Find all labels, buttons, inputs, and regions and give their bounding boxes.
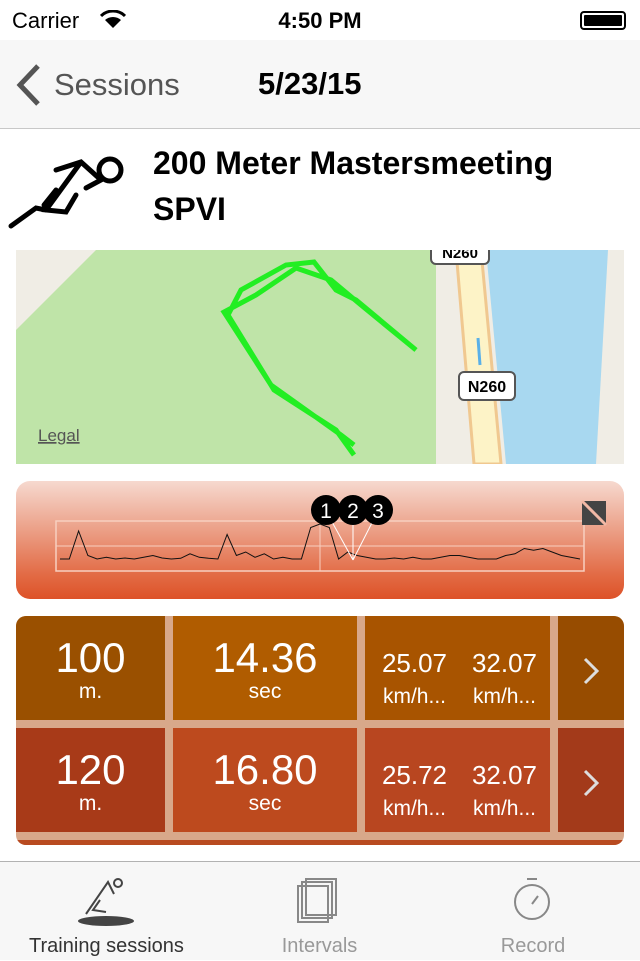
avg-speed-unit: km/h... [382,797,446,820]
session-title: 200 Meter Mastersmeeting SPVI [153,140,553,232]
page-title: 5/23/15 [258,66,362,101]
max-speed: 32.07 km/h... [467,760,542,821]
max-speed-unit: km/h... [472,797,536,820]
stopwatch-icon [514,878,550,920]
stacked-pages-icon [297,878,337,923]
tab-label: Training sessions [29,935,184,957]
max-speed-value: 32.07 [471,760,538,790]
time-value: 14.36 [212,634,318,681]
max-speed: 32.07 km/h... [467,648,542,709]
legal-link[interactable]: Legal [38,426,80,445]
battery-icon [580,11,626,30]
sprinter-icon [8,156,124,229]
back-label: Sessions [54,67,180,102]
avg-speed-value: 25.72 [381,760,448,790]
interval-marker[interactable]: 1 [311,495,341,525]
distance-value: 100 [55,634,126,681]
max-speed-unit: km/h... [472,685,536,708]
time-unit: sec [248,680,282,703]
time-value: 16.80 [212,746,318,793]
tab-training-sessions[interactable]: Training sessions [0,862,213,961]
status-bar: Carrier 4:50 PM [0,0,640,40]
chevron-right-icon [583,657,600,685]
max-speed-value: 32.07 [471,648,538,678]
speed-cell: 25.72 km/h... 32.07 km/h... [365,728,550,832]
tab-intervals[interactable]: Intervals [213,862,426,961]
time-cell: 16.80 sec [173,728,357,832]
avg-speed-value: 25.07 [381,648,448,678]
tab-record[interactable]: Record [426,862,640,961]
intervals-table: 100 m. 14.36 sec 25.07 km/h... 32.07 km/h.… [16,616,624,845]
distance-unit: m. [78,680,103,703]
clock: 4:50 PM [278,8,362,33]
tab-label: Intervals [281,935,358,957]
water [486,250,608,464]
road-label: N260 [468,379,506,396]
location-arrow-icon [476,337,482,366]
interval-marker-label: 2 [347,500,359,523]
distance-unit: m. [78,792,103,815]
tab-label: Record [500,935,566,957]
interval-marker[interactable]: 3 [363,495,393,525]
speed-cell: 25.07 km/h... 32.07 km/h... [365,616,550,720]
back-button[interactable]: Sessions [14,60,180,110]
interval-marker-label: 1 [320,500,332,523]
interval-row[interactable]: 120 m. 16.80 sec 25.72 km/h... 32.07 km/h.… [16,728,624,832]
interval-marker-label: 3 [372,500,384,523]
distance-cell: 100 m. [16,616,165,720]
navigation-bar: Sessions 5/23/15 [0,40,640,129]
interval-row-partial [16,840,624,845]
chevron-right-icon [583,769,600,797]
route-map[interactable]: N260 N260 Legal [16,250,624,464]
road-label-top: N260 [442,250,478,262]
avg-speed: 25.72 km/h... [377,760,452,821]
distance-cell: 120 m. [16,728,165,832]
avg-speed-unit: km/h... [382,685,446,708]
detail-button[interactable] [558,616,624,720]
time-unit: sec [248,792,282,815]
avg-speed: 25.07 km/h... [377,648,452,709]
chevron-left-icon [16,64,40,106]
sprinter-icon [78,878,134,926]
tab-bar: Training sessions Intervals Record [0,861,640,960]
distance-value: 120 [55,746,126,793]
session-title-line1: 200 Meter Mastersmeeting [153,145,554,181]
time-cell: 14.36 sec [173,616,357,720]
detail-button[interactable] [558,728,624,832]
interval-row[interactable]: 100 m. 14.36 sec 25.07 km/h... 32.07 km/h.… [16,616,624,720]
session-title-line2: SPVI [153,191,226,227]
speed-graph-card[interactable]: 123 [16,481,624,599]
speed-graph: 123 [55,495,608,572]
